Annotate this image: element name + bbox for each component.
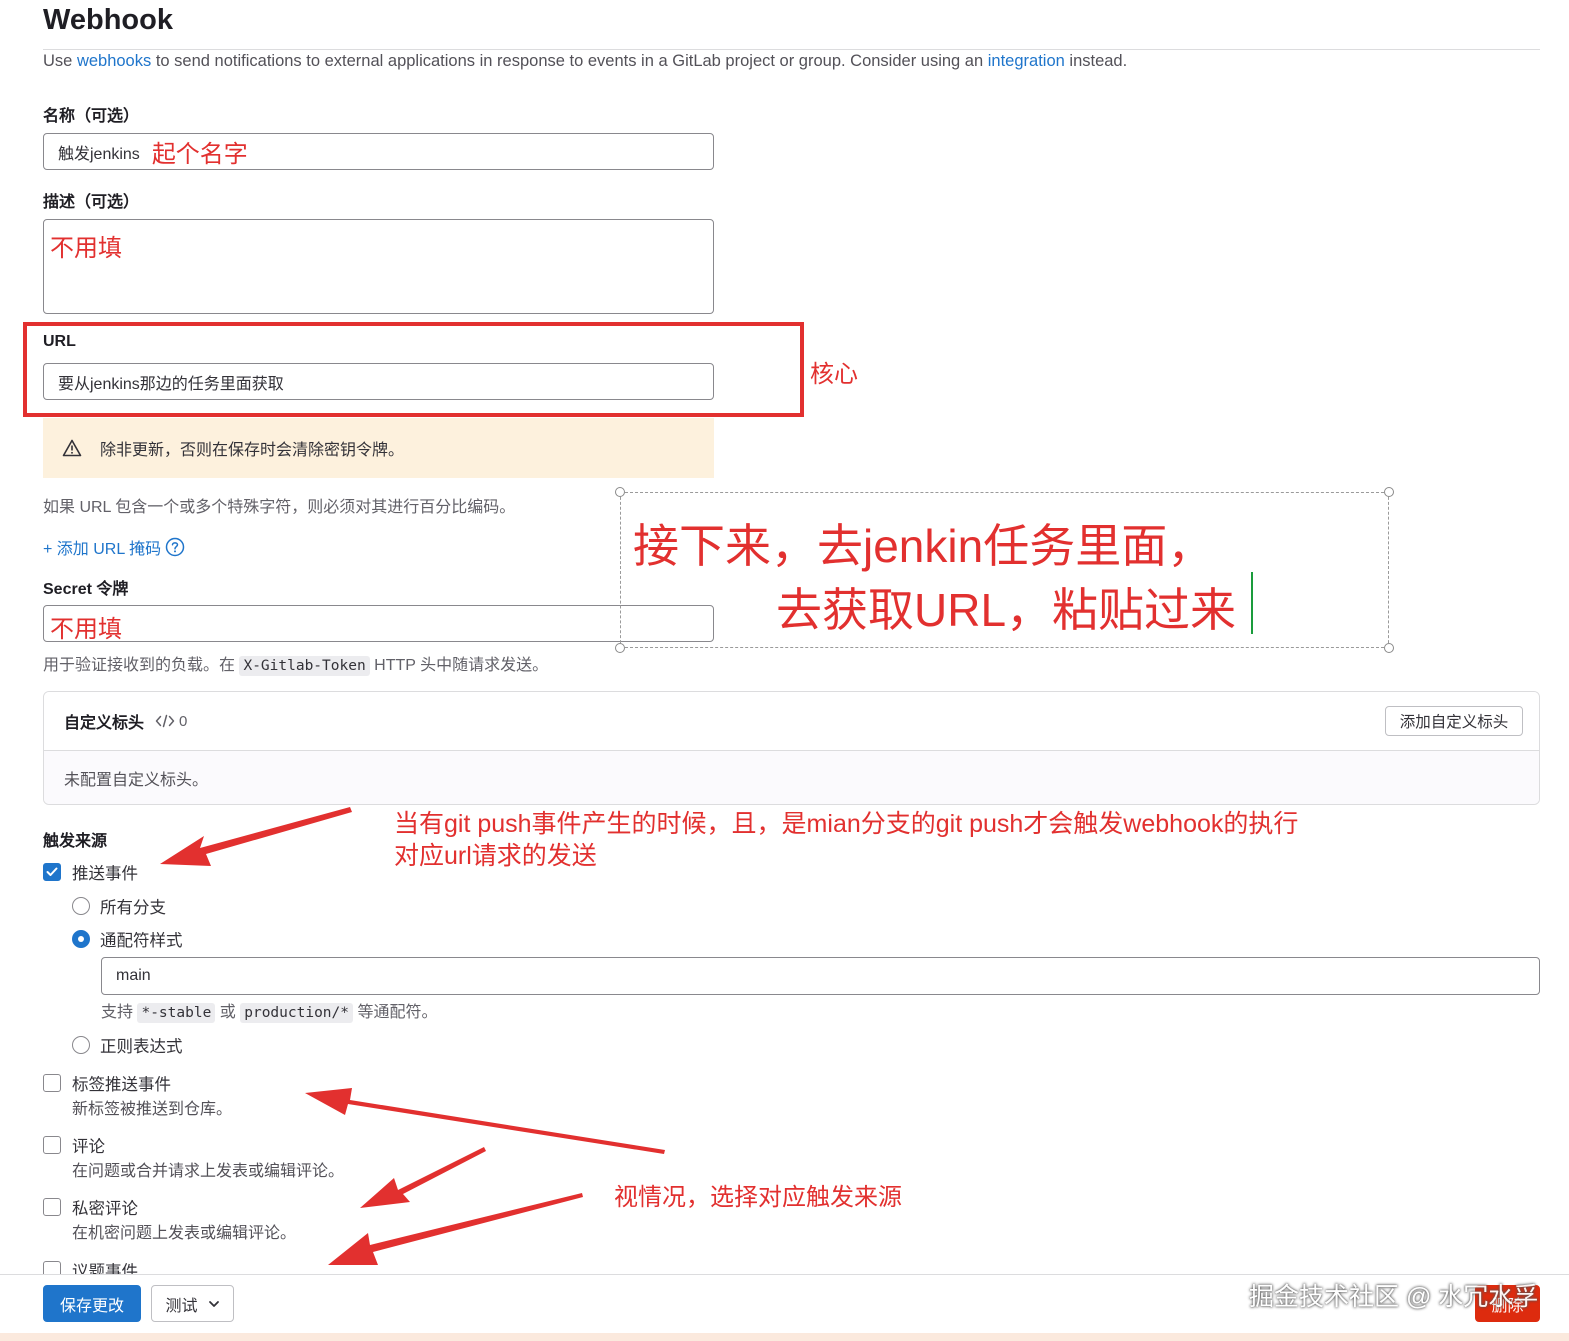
watermark: 掘金技术社区 @ 水冗水孚 [1249,1283,1539,1311]
save-changes-button[interactable]: 保存更改 [43,1285,141,1322]
arrow-to-tag-push [305,1088,665,1154]
arrow-to-push-events [160,807,352,866]
test-button-label: 测试 [165,1297,198,1315]
arrow-to-comments [360,1147,486,1208]
footer-divider [0,1274,1569,1275]
annotation-arrows [160,807,665,1265]
bottom-strip [0,1333,1569,1341]
chevron-down-icon [208,1300,219,1307]
test-dropdown-button[interactable]: 测试 [151,1285,234,1322]
